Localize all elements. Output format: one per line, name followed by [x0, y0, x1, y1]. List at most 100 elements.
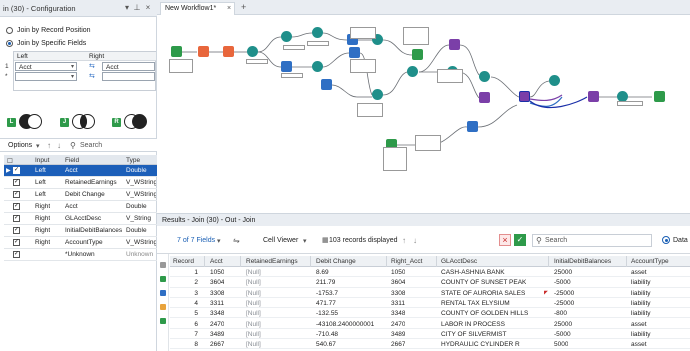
col-initial-debit-balances[interactable]: InitialDebitBalances: [554, 258, 611, 265]
field-row[interactable]: Right GLAcctDesc V_String: [4, 213, 157, 225]
formula-tool-icon[interactable]: [281, 31, 292, 42]
radio-join-specific-fields[interactable]: Join by Specific Fields: [6, 38, 86, 48]
data-radio[interactable]: [662, 236, 670, 244]
formula-tool-icon[interactable]: [407, 66, 418, 77]
filter-tool-icon[interactable]: [321, 79, 332, 90]
col-glacctdesc[interactable]: GLAcctDesc: [441, 258, 477, 265]
table-row[interactable]: 1 1050 [Null] 8.69 1050 CASH-ASHNIA BANK…: [170, 267, 690, 278]
table-view-icon[interactable]: [160, 262, 166, 268]
summarize-tool-icon[interactable]: [449, 39, 460, 50]
radio-circle-selected[interactable]: [6, 39, 13, 47]
field-row[interactable]: Right AccountType V_WString: [4, 237, 157, 249]
right-venn-icon[interactable]: [124, 113, 148, 131]
join-tool-icon[interactable]: [519, 91, 530, 102]
warnings-icon[interactable]: [160, 304, 166, 310]
tab-new-workflow[interactable]: New Workflow1* ×: [160, 2, 235, 15]
col-right-acct[interactable]: Right_Acct: [391, 258, 422, 265]
clear-filter-button[interactable]: ×: [499, 234, 511, 246]
cell-viewer-dropdown[interactable]: Cell Viewer: [263, 237, 298, 244]
col-retained-earnings[interactable]: RetainedEarnings: [246, 258, 298, 265]
join-right-new-select[interactable]: [102, 72, 155, 81]
results-search-input[interactable]: ⚲ Search: [532, 234, 652, 247]
history-icon[interactable]: [160, 318, 166, 324]
formula-tool-icon[interactable]: [372, 89, 383, 100]
formula-tool-icon[interactable]: [549, 75, 560, 86]
field-input: Right: [35, 203, 51, 210]
apply-filter-button[interactable]: ✓: [514, 234, 526, 246]
radio-circle[interactable]: [6, 26, 13, 34]
dynamic-rename-tool-icon[interactable]: [198, 46, 209, 57]
formula-tool-icon[interactable]: [312, 27, 323, 38]
col-record[interactable]: Record: [173, 258, 194, 265]
field-checkbox[interactable]: [13, 214, 20, 222]
field-row[interactable]: Right InitialDebitBalances Double: [4, 225, 157, 237]
swap-arrows-icon[interactable]: ⇆: [89, 62, 95, 70]
right-join-output[interactable]: R: [112, 111, 148, 133]
chevron-down-icon[interactable]: ▾: [303, 237, 307, 245]
chevron-down-icon[interactable]: ▾: [36, 142, 40, 150]
messages-icon[interactable]: [160, 276, 166, 282]
table-row[interactable]: 8 2667 [Null] 540.67 2667 HYDRAULIC CYLI…: [170, 339, 690, 350]
arrow-up-icon[interactable]: ↑: [47, 141, 51, 150]
input-data-tool-icon[interactable]: [171, 46, 182, 57]
table-row[interactable]: 2 3604 [Null] 211.79 3604 COUNTY OF SUNS…: [170, 277, 690, 288]
join-right-field-select[interactable]: Acct: [102, 62, 155, 71]
field-row[interactable]: ▶ Left Acct Double: [4, 165, 157, 177]
inner-join-output[interactable]: J: [60, 111, 96, 133]
select-tool-icon[interactable]: [281, 61, 292, 72]
field-row[interactable]: Right Acct Double: [4, 201, 157, 213]
left-join-output[interactable]: L: [7, 111, 43, 133]
options-menu[interactable]: Options: [8, 142, 32, 149]
formula-tool-icon[interactable]: [247, 46, 258, 57]
workflow-canvas[interactable]: [157, 15, 690, 212]
select-tool-icon[interactable]: [467, 121, 478, 132]
inner-venn-icon[interactable]: [72, 113, 96, 131]
field-checkbox[interactable]: [13, 178, 20, 186]
col-acct[interactable]: Acct: [210, 258, 223, 265]
table-row[interactable]: 7 3489 [Null] -710.48 3489 CITY OF SILVE…: [170, 329, 690, 340]
field-row[interactable]: *Unknown Unknown: [4, 249, 157, 261]
formula-tool-icon[interactable]: [312, 61, 323, 72]
arrow-down-icon[interactable]: ↓: [57, 141, 61, 150]
field-row[interactable]: Left Debit Change V_WString: [4, 189, 157, 201]
close-icon[interactable]: ×: [144, 4, 152, 12]
summarize-tool-icon[interactable]: [479, 92, 490, 103]
join-left-new-select[interactable]: ▾: [15, 72, 77, 81]
dropdown-icon[interactable]: ▾: [123, 4, 131, 12]
chevron-down-icon[interactable]: ▾: [217, 237, 221, 245]
col-account-type[interactable]: AccountType: [631, 258, 669, 265]
field-checkbox[interactable]: [13, 250, 20, 258]
input-data-tool-icon[interactable]: [412, 49, 423, 60]
add-tab-button[interactable]: +: [241, 2, 246, 12]
output-data-tool-icon[interactable]: [654, 91, 665, 102]
field-checkbox[interactable]: [13, 202, 20, 210]
radio-join-record-position[interactable]: Join by Record Position: [6, 25, 91, 35]
field-checkbox[interactable]: [13, 190, 20, 198]
table-row[interactable]: 3 3308 [Null] -1753.7 3308 STATE OF AURO…: [170, 288, 690, 298]
table-row[interactable]: 4 3311 [Null] 471.77 3311 RENTAL TAX ELY…: [170, 298, 690, 309]
table-row[interactable]: 5 3348 [Null] -132.55 3348 COUNTY OF GOL…: [170, 308, 690, 319]
field-checkbox[interactable]: [13, 226, 20, 234]
field-checkbox[interactable]: [13, 238, 20, 246]
filter-tool-icon[interactable]: [349, 47, 360, 58]
arrow-up-icon[interactable]: ↑: [402, 236, 406, 245]
summarize-tool-icon[interactable]: [588, 91, 599, 102]
field-row[interactable]: Left RetainedEarnings V_WString: [4, 177, 157, 189]
search-icon[interactable]: ⚲: [70, 141, 76, 150]
left-venn-icon[interactable]: [19, 113, 43, 131]
close-icon[interactable]: ×: [227, 3, 231, 14]
field-checkbox[interactable]: [13, 166, 20, 174]
dynamic-rename-tool-icon[interactable]: [223, 46, 234, 57]
select-all-checkbox[interactable]: ☐: [7, 157, 13, 165]
swap-arrows-icon[interactable]: ⇆: [89, 72, 95, 80]
table-row[interactable]: 6 2470 [Null] -43108.2400000001 2470 LAB…: [170, 319, 690, 329]
join-left-field-select[interactable]: Acct ▾: [15, 62, 77, 71]
col-debit-change[interactable]: Debit Change: [316, 258, 356, 265]
fields-selector[interactable]: 7 of 7 Fields: [177, 237, 215, 244]
metadata-icon[interactable]: [160, 290, 166, 296]
formula-tool-icon[interactable]: [479, 71, 490, 82]
pin-icon[interactable]: ⊥: [133, 4, 141, 12]
arrow-down-icon[interactable]: ↓: [413, 236, 417, 245]
field-toggle-icon[interactable]: ⇋: [233, 236, 240, 245]
search-label[interactable]: Search: [80, 142, 102, 149]
